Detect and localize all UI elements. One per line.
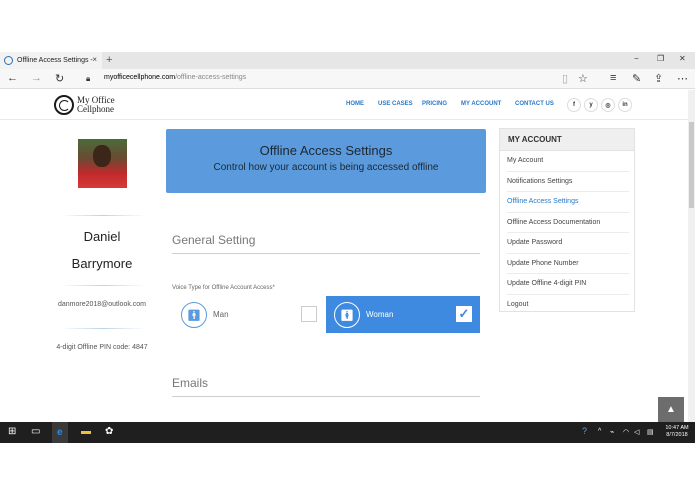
tab-close-icon[interactable]: × [92, 55, 97, 64]
site-header: My Office Cellphone HOME USE CASES PRICI… [0, 90, 688, 120]
hub-icon[interactable]: ≡ [610, 72, 616, 84]
facebook-icon[interactable]: f [567, 98, 581, 112]
option-woman-label: Woman [366, 310, 394, 319]
browser-tab[interactable]: Offline Access Settings - × [0, 52, 102, 69]
woman-checkbox-checked[interactable]: ✓ [456, 306, 472, 322]
account-menu-item-offline-access-settings[interactable]: Offline Access Settings [507, 192, 629, 213]
tray-chevron-icon[interactable]: ^ [598, 428, 601, 435]
screen-top-margin [0, 0, 695, 52]
nav-pricing[interactable]: PRICING [422, 101, 447, 107]
woman-icon: 🚺︎ [334, 302, 360, 328]
taskbar-clock[interactable]: 10:47 AM 8/7/2018 [660, 425, 694, 439]
url-host: myofficecellphone.com [104, 74, 176, 81]
profile-email: danmore2018@outlook.com [57, 301, 147, 308]
profile-divider [60, 328, 145, 329]
share-icon[interactable]: ⇪ [654, 72, 663, 85]
screen-bottom-margin [0, 443, 695, 494]
account-menu-item-my-account[interactable]: My Account [507, 151, 629, 172]
option-man-label: Man [213, 310, 229, 319]
account-menu-item-update-password[interactable]: Update Password [507, 233, 629, 254]
profile-first-name: Daniel [83, 229, 121, 244]
page-subtitle: Control how your account is being access… [213, 162, 439, 173]
account-menu-item-update-pin[interactable]: Update Offline 4-digit PIN [507, 274, 629, 295]
page-scrollbar[interactable] [688, 90, 695, 422]
page-viewport: My Office Cellphone HOME USE CASES PRICI… [0, 90, 688, 422]
notification-icon[interactable]: ▤ [647, 428, 654, 436]
profile-divider [60, 215, 145, 216]
windows-taskbar: ⊞ ▭ e ▬ ✿ ? ^ ⌁ ◠ ◁ ▤ 10:47 AM 8/7/2018 [0, 422, 695, 443]
profile-pin: 4-digit Offline PIN code: 4847 [56, 344, 148, 351]
scroll-to-top-button[interactable]: ▲ [658, 397, 684, 422]
man-checkbox[interactable] [301, 306, 317, 322]
section-divider [172, 396, 480, 397]
nav-use-cases[interactable]: USE CASES [378, 101, 413, 107]
nav-my-account[interactable]: MY ACCOUNT [461, 101, 501, 107]
app-taskbar-icon[interactable]: ✿ [105, 426, 113, 437]
wifi-icon[interactable]: ◠ [623, 428, 629, 436]
clock-date: 8/7/2018 [666, 432, 688, 438]
section-divider [172, 253, 480, 254]
emails-heading: Emails [172, 376, 209, 390]
page-title: Offline Access Settings [259, 143, 393, 158]
twitter-icon[interactable]: y [584, 98, 598, 112]
account-menu-item-notifications[interactable]: Notifications Settings [507, 172, 629, 192]
file-explorer-icon[interactable]: ▬ [81, 426, 91, 437]
edge-favicon-icon [4, 56, 13, 65]
profile-last-name: Barrymore [71, 256, 133, 271]
site-logo[interactable]: My Office Cellphone [54, 94, 122, 116]
refresh-icon[interactable]: ↻ [55, 72, 64, 85]
avatar-face [93, 145, 111, 167]
account-menu-item-offline-docs[interactable]: Offline Access Documentation [507, 213, 629, 233]
windows-start-icon[interactable]: ⊞ [8, 426, 16, 437]
network-icon[interactable]: ⌁ [610, 428, 614, 436]
back-arrow-icon[interactable]: ← [7, 72, 18, 84]
voice-type-label: Voice Type for Offline Account Access* [172, 285, 275, 291]
tab-title: Offline Access Settings - [17, 57, 93, 64]
more-icon[interactable]: ⋯ [677, 72, 688, 85]
page-banner: Offline Access Settings Control how your… [166, 129, 486, 193]
general-setting-heading: General Setting [172, 233, 256, 247]
new-tab-icon[interactable]: + [106, 54, 112, 66]
scrollbar-thumb[interactable] [689, 122, 694, 208]
address-bar: ← → ↻ 🔒︎ myofficecellphone.com/offline-a… [0, 69, 695, 89]
instagram-icon[interactable]: ◎ [601, 98, 615, 112]
browser-tab-strip: Offline Access Settings - × + − ❐ ✕ [0, 52, 695, 69]
man-icon: 🚹︎ [181, 302, 207, 328]
profile-divider [60, 285, 145, 286]
task-view-icon[interactable]: ▭ [31, 426, 40, 437]
logo-line2: Cellphone [77, 104, 114, 114]
forward-arrow-icon[interactable]: → [31, 72, 42, 84]
maximize-icon[interactable]: ❐ [657, 54, 664, 63]
voice-option-woman[interactable]: 🚺︎ Woman ✓ [326, 296, 480, 333]
account-menu-item-update-phone[interactable]: Update Phone Number [507, 254, 629, 274]
account-menu: MY ACCOUNT My Account Notifications Sett… [499, 128, 635, 312]
voice-option-man[interactable]: 🚹︎ Man [172, 296, 324, 333]
url-path: /offline-access-settings [175, 74, 247, 81]
window-close-icon[interactable]: ✕ [679, 54, 686, 63]
lock-icon: 🔒︎ [86, 74, 91, 83]
favorite-star-icon[interactable]: ☆ [578, 72, 588, 85]
nav-contact-us[interactable]: CONTACT US [515, 101, 554, 107]
edge-taskbar-icon[interactable]: e [52, 422, 68, 443]
logo-icon [54, 95, 74, 115]
account-menu-heading: MY ACCOUNT [500, 129, 634, 151]
avatar [78, 139, 127, 188]
clock-time: 10:47 AM [665, 425, 689, 431]
reading-view-icon[interactable]: ▯ [562, 72, 568, 85]
web-note-icon[interactable]: ✎ [632, 72, 641, 85]
linkedin-icon[interactable]: in [618, 98, 632, 112]
nav-home[interactable]: HOME [346, 101, 364, 107]
url-field[interactable]: myofficecellphone.com/offline-access-set… [104, 74, 246, 81]
account-menu-item-logout[interactable]: Logout [507, 295, 629, 316]
help-icon[interactable]: ? [582, 426, 587, 436]
volume-icon[interactable]: ◁ [634, 428, 639, 436]
minimize-icon[interactable]: − [634, 54, 639, 63]
